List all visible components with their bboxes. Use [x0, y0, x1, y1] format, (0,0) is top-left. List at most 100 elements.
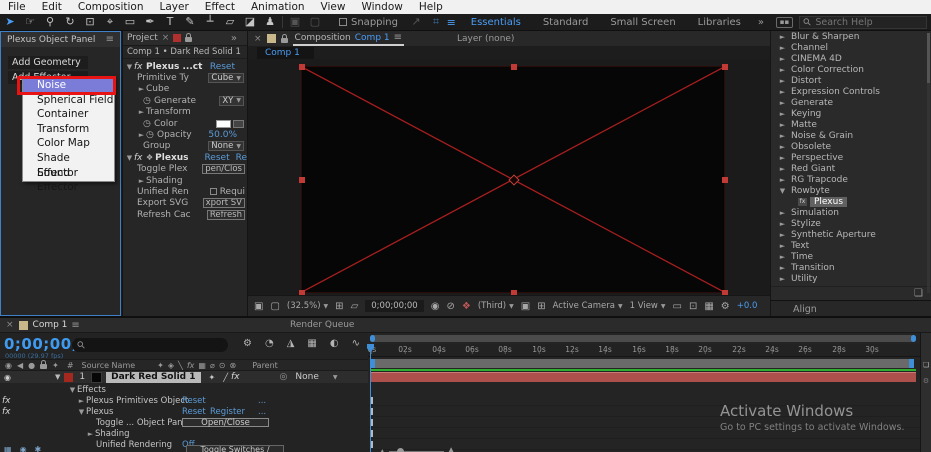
show-snapshot-icon[interactable]: ⊘ [446, 301, 454, 312]
layer-quality-icon[interactable]: ✦ [209, 373, 216, 382]
expand-arrow[interactable] [778, 165, 787, 173]
zoom-slider-handle[interactable] [396, 447, 404, 452]
menu-item[interactable]: Edit [34, 0, 70, 14]
lock-icon[interactable] [185, 33, 193, 42]
eraser-tool[interactable]: ▱ [220, 14, 240, 30]
exposure-value[interactable]: +0.0 [737, 301, 758, 311]
reset-link[interactable]: Reset [204, 153, 229, 163]
grid-guides-icon[interactable]: ⌗ [426, 14, 446, 30]
pen-tool[interactable]: ✒ [140, 14, 160, 30]
expand-arrow[interactable] [137, 131, 146, 139]
menu-item[interactable]: Layer [152, 0, 197, 14]
tab-timeline-comp1[interactable]: Comp 1 ≡ [33, 320, 80, 331]
menu-option[interactable]: Transform [23, 122, 114, 137]
lock-icon[interactable] [280, 33, 288, 43]
menu-option[interactable]: Noise [17, 76, 116, 95]
effect-category[interactable]: Utility [771, 273, 931, 284]
hand-tool[interactable]: ☞ [20, 14, 40, 30]
export-svg-button[interactable]: xport SV [202, 198, 245, 209]
draft-3d-icon[interactable]: ◔ [265, 338, 274, 349]
expand-arrow[interactable] [137, 85, 146, 93]
expand-arrow[interactable] [778, 220, 787, 228]
layer-mask-icon[interactable]: ╱ [223, 373, 228, 382]
close-icon[interactable]: × [162, 33, 170, 43]
layer-fx-badge[interactable]: fx [231, 372, 240, 382]
effects-scrollbar[interactable] [927, 33, 930, 293]
effect-category[interactable]: Blur & Sharpen [771, 31, 931, 42]
options-link[interactable]: ... [258, 407, 266, 417]
pixel-aspect-icon[interactable]: ▭ [673, 301, 682, 312]
viewer-subtab-comp1[interactable]: Comp 1 [257, 47, 314, 59]
effects-group-row[interactable]: Effects [0, 384, 368, 395]
work-area-bar[interactable] [370, 359, 914, 368]
tab-layer[interactable]: Layer (none) [457, 34, 514, 44]
new-folder-icon[interactable]: ❏ [914, 288, 923, 299]
zoom-out-icon[interactable]: ▲ [380, 448, 385, 452]
reset-exposure-icon[interactable]: ⚙ [721, 301, 730, 312]
group-dropdown[interactable]: None ▼ [208, 141, 244, 152]
composition-flowchart-icon[interactable]: ⚙ [243, 338, 252, 349]
menu-option[interactable]: Spherical Field [23, 93, 114, 108]
selection-tool[interactable]: ➤ [0, 14, 20, 30]
expand-arrow[interactable] [778, 209, 787, 217]
flowchart-icon[interactable]: ▦ [704, 301, 713, 312]
expand-arrow[interactable] [778, 66, 787, 74]
layer-expand-arrow[interactable]: ▼ [55, 373, 60, 381]
expand-arrow[interactable] [77, 408, 86, 416]
expand-arrow[interactable] [778, 44, 787, 52]
expand-arrow[interactable] [778, 143, 787, 151]
settings-mini-icon[interactable]: ⚙ [921, 377, 931, 385]
shading-group-row[interactable]: Shading [0, 428, 368, 439]
workspace-menu-icon[interactable]: ≡ [447, 16, 456, 29]
pan-behind-tool[interactable]: ⌖ [100, 14, 120, 30]
time-navigator-bar[interactable] [370, 335, 916, 342]
expand-arrow[interactable] [778, 154, 787, 162]
menu-item[interactable]: View [313, 0, 354, 14]
type-tool[interactable]: T [160, 14, 180, 30]
navigator-end-handle[interactable] [911, 335, 916, 342]
effect-category[interactable]: Distort [771, 75, 931, 86]
panel-menu-icon[interactable]: ≡ [71, 320, 79, 331]
graph-editor-icon[interactable]: ∿ [352, 338, 360, 349]
effect-category[interactable]: Synthetic Aperture [771, 229, 931, 240]
expand-arrow[interactable] [125, 63, 134, 71]
generate-dropdown[interactable]: XY ▼ [219, 95, 244, 106]
snapping-toggle[interactable]: Snapping [339, 17, 398, 28]
frame-blend-icon[interactable]: ▦ [307, 338, 316, 349]
timeline-button-icon[interactable]: ⊡ [689, 301, 697, 312]
zoom-tool[interactable]: ⚲ [40, 14, 60, 30]
expand-arrow[interactable] [778, 33, 787, 41]
time-ruler[interactable]: 0s 02s 04s 06s 08s 10s [368, 344, 920, 357]
open-close-button[interactable]: Open/Close [182, 418, 269, 427]
tab-composition[interactable]: Composition Comp 1 ≡ [292, 31, 405, 46]
plexus-effect-row[interactable]: fx Plexus Reset Register ... [0, 406, 368, 417]
snap-options-icon[interactable]: ↗ [406, 14, 426, 30]
expand-arrow[interactable] [778, 110, 787, 118]
stopwatch-icon[interactable]: ◷ [143, 119, 154, 129]
menu-option[interactable]: Shade Effector [23, 151, 114, 179]
expand-arrow[interactable] [778, 187, 787, 195]
panel-menu-icon[interactable]: ≡ [106, 34, 114, 45]
expand-arrow[interactable] [68, 386, 77, 394]
refresh-button[interactable]: Refresh [206, 209, 245, 220]
register-link[interactable]: Register [210, 407, 245, 417]
expand-arrow[interactable] [778, 242, 787, 250]
zoom-in-icon[interactable]: ▲ [448, 446, 455, 452]
tab-project[interactable]: Project [127, 33, 158, 43]
expand-arrow[interactable] [778, 264, 787, 272]
reset-link[interactable]: Reset [182, 396, 206, 406]
parent-dropdown[interactable]: None ▼ [295, 372, 337, 382]
handle-top-left[interactable] [299, 64, 305, 70]
view-layout-dropdown[interactable]: 1 View ▼ [630, 301, 666, 311]
camera-dropdown[interactable]: Active Camera ▼ [553, 301, 623, 311]
effect-category[interactable]: Transition [771, 262, 931, 273]
opacity-value[interactable]: 50.0% [208, 130, 237, 140]
expand-arrow[interactable] [778, 121, 787, 129]
zoom-dropdown[interactable]: (32.5%) ▼ [287, 301, 328, 311]
reset-link[interactable]: Reset [182, 407, 206, 417]
tab-render-queue[interactable]: Render Queue [290, 320, 354, 330]
handle-top-center[interactable] [511, 64, 517, 70]
expand-arrow[interactable] [778, 275, 787, 283]
puppet-pin-tool[interactable]: ♟ [260, 14, 280, 30]
layer-duration-bar[interactable] [370, 372, 916, 382]
